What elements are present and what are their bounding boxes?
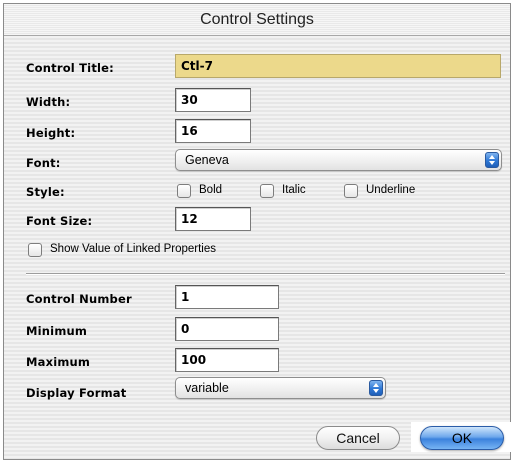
italic-checkbox-label: Italic [282,184,306,196]
height-label: Height: [26,126,76,140]
maximum-field[interactable]: 100 [175,348,279,372]
font-popup-value: Geneva [185,153,229,167]
minimum-label: Minimum [26,324,88,338]
font-size-field[interactable]: 12 [175,207,251,231]
title-bar[interactable]: Control Settings [4,4,510,36]
bold-checkbox[interactable]: Bold [177,184,247,200]
checkbox-box-icon [177,184,191,198]
checkbox-box-icon [260,184,274,198]
popup-arrows-icon [369,380,383,396]
show-linked-properties-checkbox[interactable]: Show Value of Linked Properties [28,243,268,259]
font-size-label: Font Size: [26,214,93,228]
font-popup[interactable]: Geneva [175,149,502,171]
checkbox-box-icon [344,184,358,198]
width-field[interactable]: 30 [175,88,251,112]
italic-checkbox[interactable]: Italic [260,184,330,200]
maximum-label: Maximum [26,355,91,369]
control-number-label: Control Number [26,292,132,306]
show-linked-properties-label: Show Value of Linked Properties [50,243,216,255]
control-title-field[interactable]: Ctl-7 [175,54,501,78]
control-title-label: Control Title: [26,61,114,75]
underline-checkbox-label: Underline [366,184,416,196]
height-field[interactable]: 16 [175,119,251,143]
display-format-label: Display Format [26,386,127,400]
popup-arrows-icon [485,152,499,168]
checkbox-box-icon [28,243,42,257]
bold-checkbox-label: Bold [199,184,223,196]
cancel-button[interactable]: Cancel [316,426,400,450]
display-format-popup[interactable]: variable [175,377,386,399]
style-label: Style: [26,185,65,199]
section-divider [26,273,505,275]
minimum-field[interactable]: 0 [175,317,279,341]
underline-checkbox[interactable]: Underline [344,184,434,200]
width-label: Width: [26,95,71,109]
control-settings-dialog: Control Settings Control Title: Ctl-7 Wi… [3,3,513,460]
dialog-title: Control Settings [200,11,314,28]
ok-button[interactable]: OK [420,426,504,450]
display-format-popup-value: variable [185,381,229,395]
font-label: Font: [26,156,61,170]
control-number-field[interactable]: 1 [175,285,279,309]
